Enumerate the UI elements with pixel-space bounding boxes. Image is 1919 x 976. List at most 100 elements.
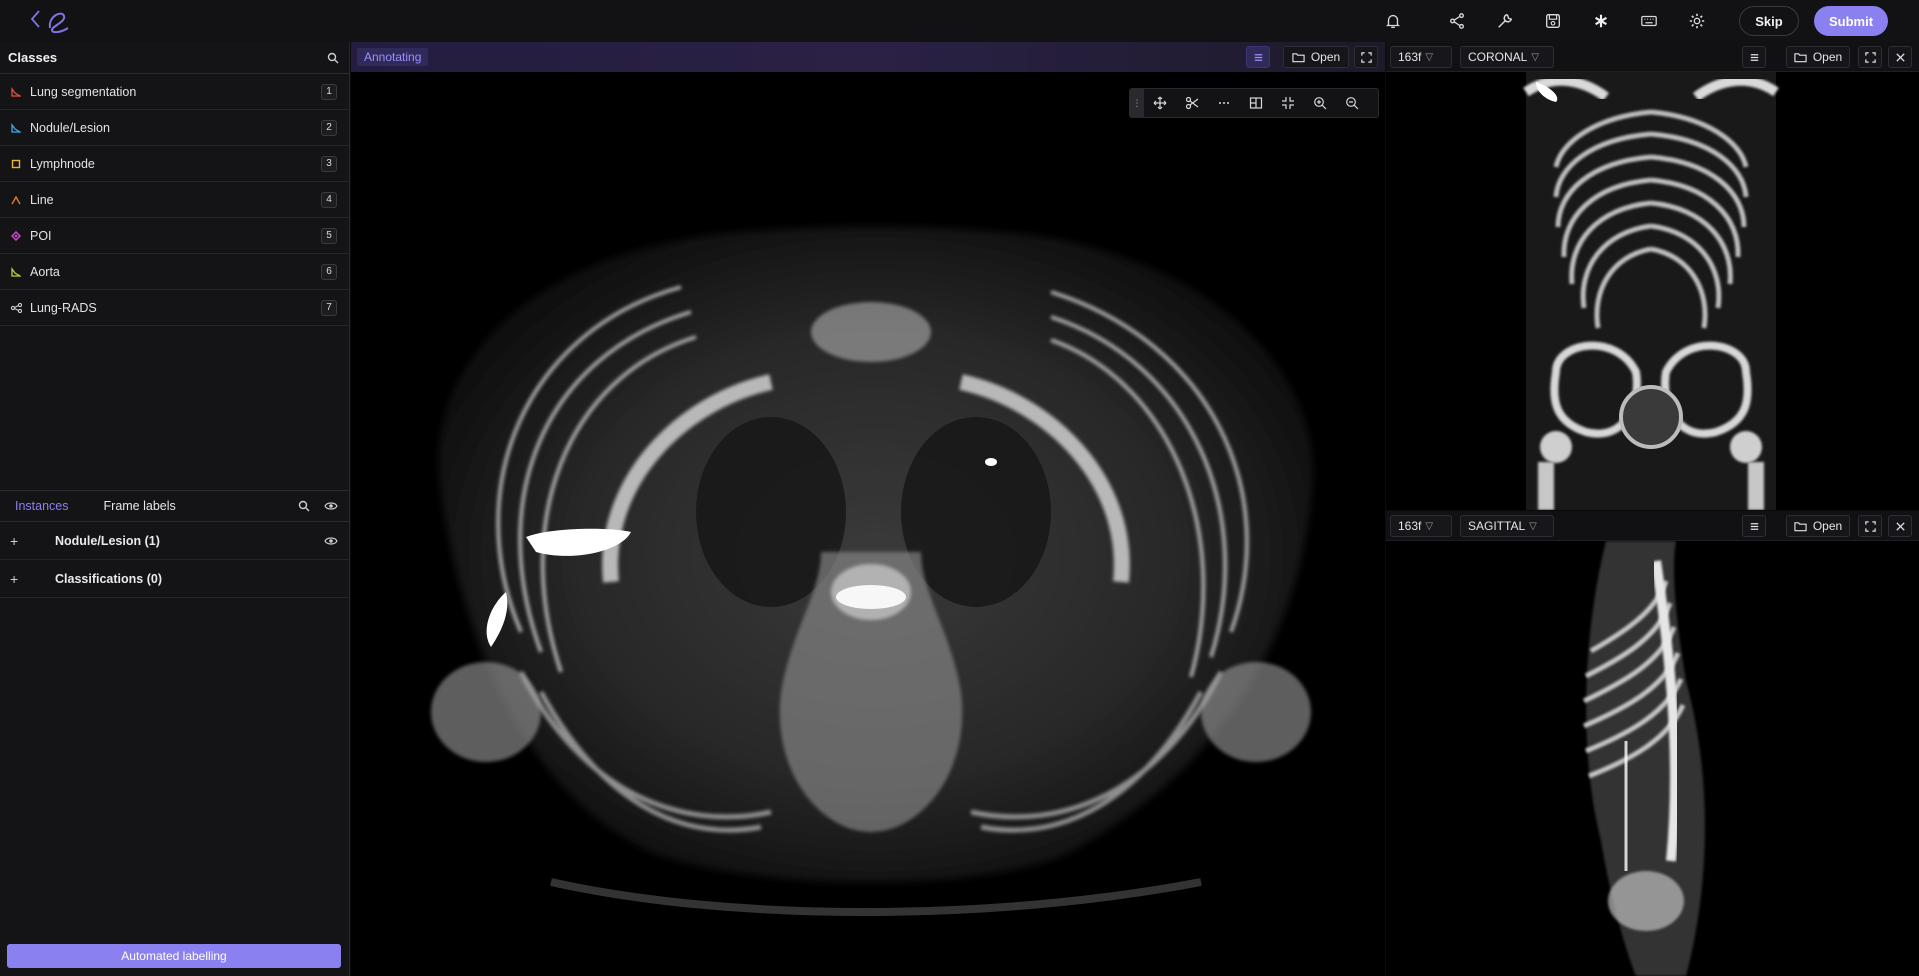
sagittal-viewport[interactable]: 163f ▽ SAGITTAL ▽ Open: [1386, 511, 1919, 976]
class-label: Aorta: [30, 264, 60, 279]
back-logo[interactable]: [30, 6, 90, 36]
expand-icon[interactable]: +: [10, 533, 30, 549]
open-label: Open: [1310, 50, 1341, 64]
maximize-button[interactable]: [1858, 515, 1882, 537]
classes-title: Classes: [8, 50, 58, 65]
maximize-button[interactable]: [1858, 46, 1882, 68]
chevron-down-icon: ▽: [1531, 51, 1540, 63]
axial-ct-render[interactable]: [351, 72, 1385, 976]
instances-tabs: Instances Frame labels: [0, 490, 350, 522]
close-button[interactable]: [1888, 515, 1912, 537]
box-icon: [10, 158, 22, 170]
settings-button[interactable]: [1673, 0, 1721, 42]
sagittal-ct-render[interactable]: [1386, 541, 1919, 976]
ai-assist-button[interactable]: [1577, 0, 1625, 42]
menu-icon: [1750, 522, 1758, 530]
class-hotkey: 7: [321, 299, 337, 316]
class-label: Lymphnode: [30, 156, 95, 171]
eye-icon[interactable]: [324, 500, 338, 512]
frame-select[interactable]: 163f ▽: [1390, 46, 1452, 68]
chevron-down-icon: ▽: [1425, 51, 1434, 63]
keyboard-icon: [1641, 15, 1657, 27]
save-icon: [1546, 14, 1560, 28]
sagittal-header: 163f ▽ SAGITTAL ▽ Open: [1386, 511, 1919, 541]
class-item-lymphnode[interactable]: Lymphnode 3: [0, 146, 349, 182]
class-item-nodule-lesion[interactable]: Nodule/Lesion 2: [0, 110, 349, 146]
plane-select[interactable]: SAGITTAL ▽: [1460, 515, 1554, 537]
gear-icon: [1689, 13, 1705, 29]
tab-frame-labels[interactable]: Frame labels: [104, 499, 298, 513]
instance-row-nodule-lesion[interactable]: + Nodule/Lesion (1): [0, 522, 350, 560]
tab-instances[interactable]: Instances: [15, 499, 69, 513]
search-icon[interactable]: [327, 52, 339, 64]
share-button[interactable]: [1433, 0, 1481, 42]
class-hotkey: 2: [321, 119, 337, 136]
asterisk-icon: [1595, 14, 1607, 28]
class-label: Nodule/Lesion: [30, 120, 110, 135]
class-item-lung-rads[interactable]: Lung-RADS 7: [0, 290, 349, 326]
expand-icon: [1864, 51, 1876, 63]
skip-button[interactable]: Skip: [1739, 6, 1799, 36]
polygon-icon: [10, 122, 22, 134]
search-icon[interactable]: [298, 500, 310, 512]
share-icon: [1450, 13, 1464, 29]
open-button[interactable]: Open: [1786, 46, 1850, 68]
expand-icon[interactable]: +: [10, 571, 30, 587]
expand-icon: [1864, 520, 1876, 532]
class-hotkey: 6: [321, 263, 337, 280]
chevron-down-icon: ▽: [1425, 520, 1434, 532]
save-button[interactable]: [1529, 0, 1577, 42]
instance-row-classifications[interactable]: + Classifications (0): [0, 560, 350, 598]
layout-menu-button[interactable]: [1742, 46, 1766, 68]
keyboard-shortcuts-button[interactable]: [1625, 0, 1673, 42]
coronal-viewport[interactable]: 163f ▽ CORONAL ▽ Open: [1386, 42, 1919, 510]
class-label: Line: [30, 192, 54, 207]
classification-icon: [10, 302, 22, 314]
instance-label: Nodule/Lesion (1): [55, 533, 160, 548]
notifications-button[interactable]: [1369, 0, 1417, 42]
instance-label: Classifications (0): [55, 571, 162, 586]
classes-header: Classes: [0, 42, 349, 74]
eye-icon[interactable]: [324, 535, 338, 547]
open-button[interactable]: Open: [1283, 46, 1349, 68]
point-icon: [10, 230, 22, 242]
menu-icon: [1254, 53, 1262, 61]
maximize-button[interactable]: [1354, 46, 1378, 68]
close-button[interactable]: [1888, 46, 1912, 68]
class-hotkey: 4: [321, 191, 337, 208]
class-hotkey: 3: [321, 155, 337, 172]
class-item-line[interactable]: Line 4: [0, 182, 349, 218]
bell-icon: [1385, 14, 1401, 28]
class-item-aorta[interactable]: Aorta 6: [0, 254, 349, 290]
open-button[interactable]: Open: [1786, 515, 1850, 537]
close-icon: [1895, 521, 1905, 531]
viewport-header: Annotating Open: [351, 42, 1385, 72]
class-hotkey: 5: [321, 227, 337, 244]
status-badge: Annotating: [357, 48, 429, 66]
frame-select[interactable]: 163f ▽: [1390, 515, 1452, 537]
close-icon: [1895, 52, 1905, 62]
class-label: Lung-RADS: [30, 300, 97, 315]
submit-button[interactable]: Submit: [1814, 6, 1888, 36]
axial-viewport[interactable]: Annotating Open ⋮: [351, 42, 1385, 976]
top-bar: Skip Submit: [0, 0, 1919, 42]
layout-menu-button[interactable]: [1742, 515, 1766, 537]
back-chevron-icon: [30, 10, 69, 34]
tools-button[interactable]: [1481, 0, 1529, 42]
class-item-poi[interactable]: POI 5: [0, 218, 349, 254]
layout-menu-button[interactable]: [1246, 46, 1270, 68]
class-label: POI: [30, 228, 52, 243]
folder-icon: [1292, 52, 1305, 62]
plane-select[interactable]: CORONAL ▽: [1460, 46, 1554, 68]
left-sidebar: Classes Lung segmentation 1 Nodule/Lesio…: [0, 42, 350, 976]
class-item-lung-segmentation[interactable]: Lung segmentation 1: [0, 74, 349, 110]
folder-icon: [1794, 52, 1807, 62]
polygon-icon: [10, 86, 22, 98]
top-icon-group: [1369, 0, 1769, 42]
instances-panel: Instances Frame labels + Nodule/Lesion (…: [0, 490, 350, 598]
chevron-down-icon: ▽: [1529, 520, 1537, 532]
coronal-ct-render[interactable]: [1386, 72, 1919, 510]
menu-icon: [1750, 53, 1758, 61]
class-label: Lung segmentation: [30, 84, 137, 99]
automated-labelling-button[interactable]: Automated labelling: [7, 944, 341, 968]
